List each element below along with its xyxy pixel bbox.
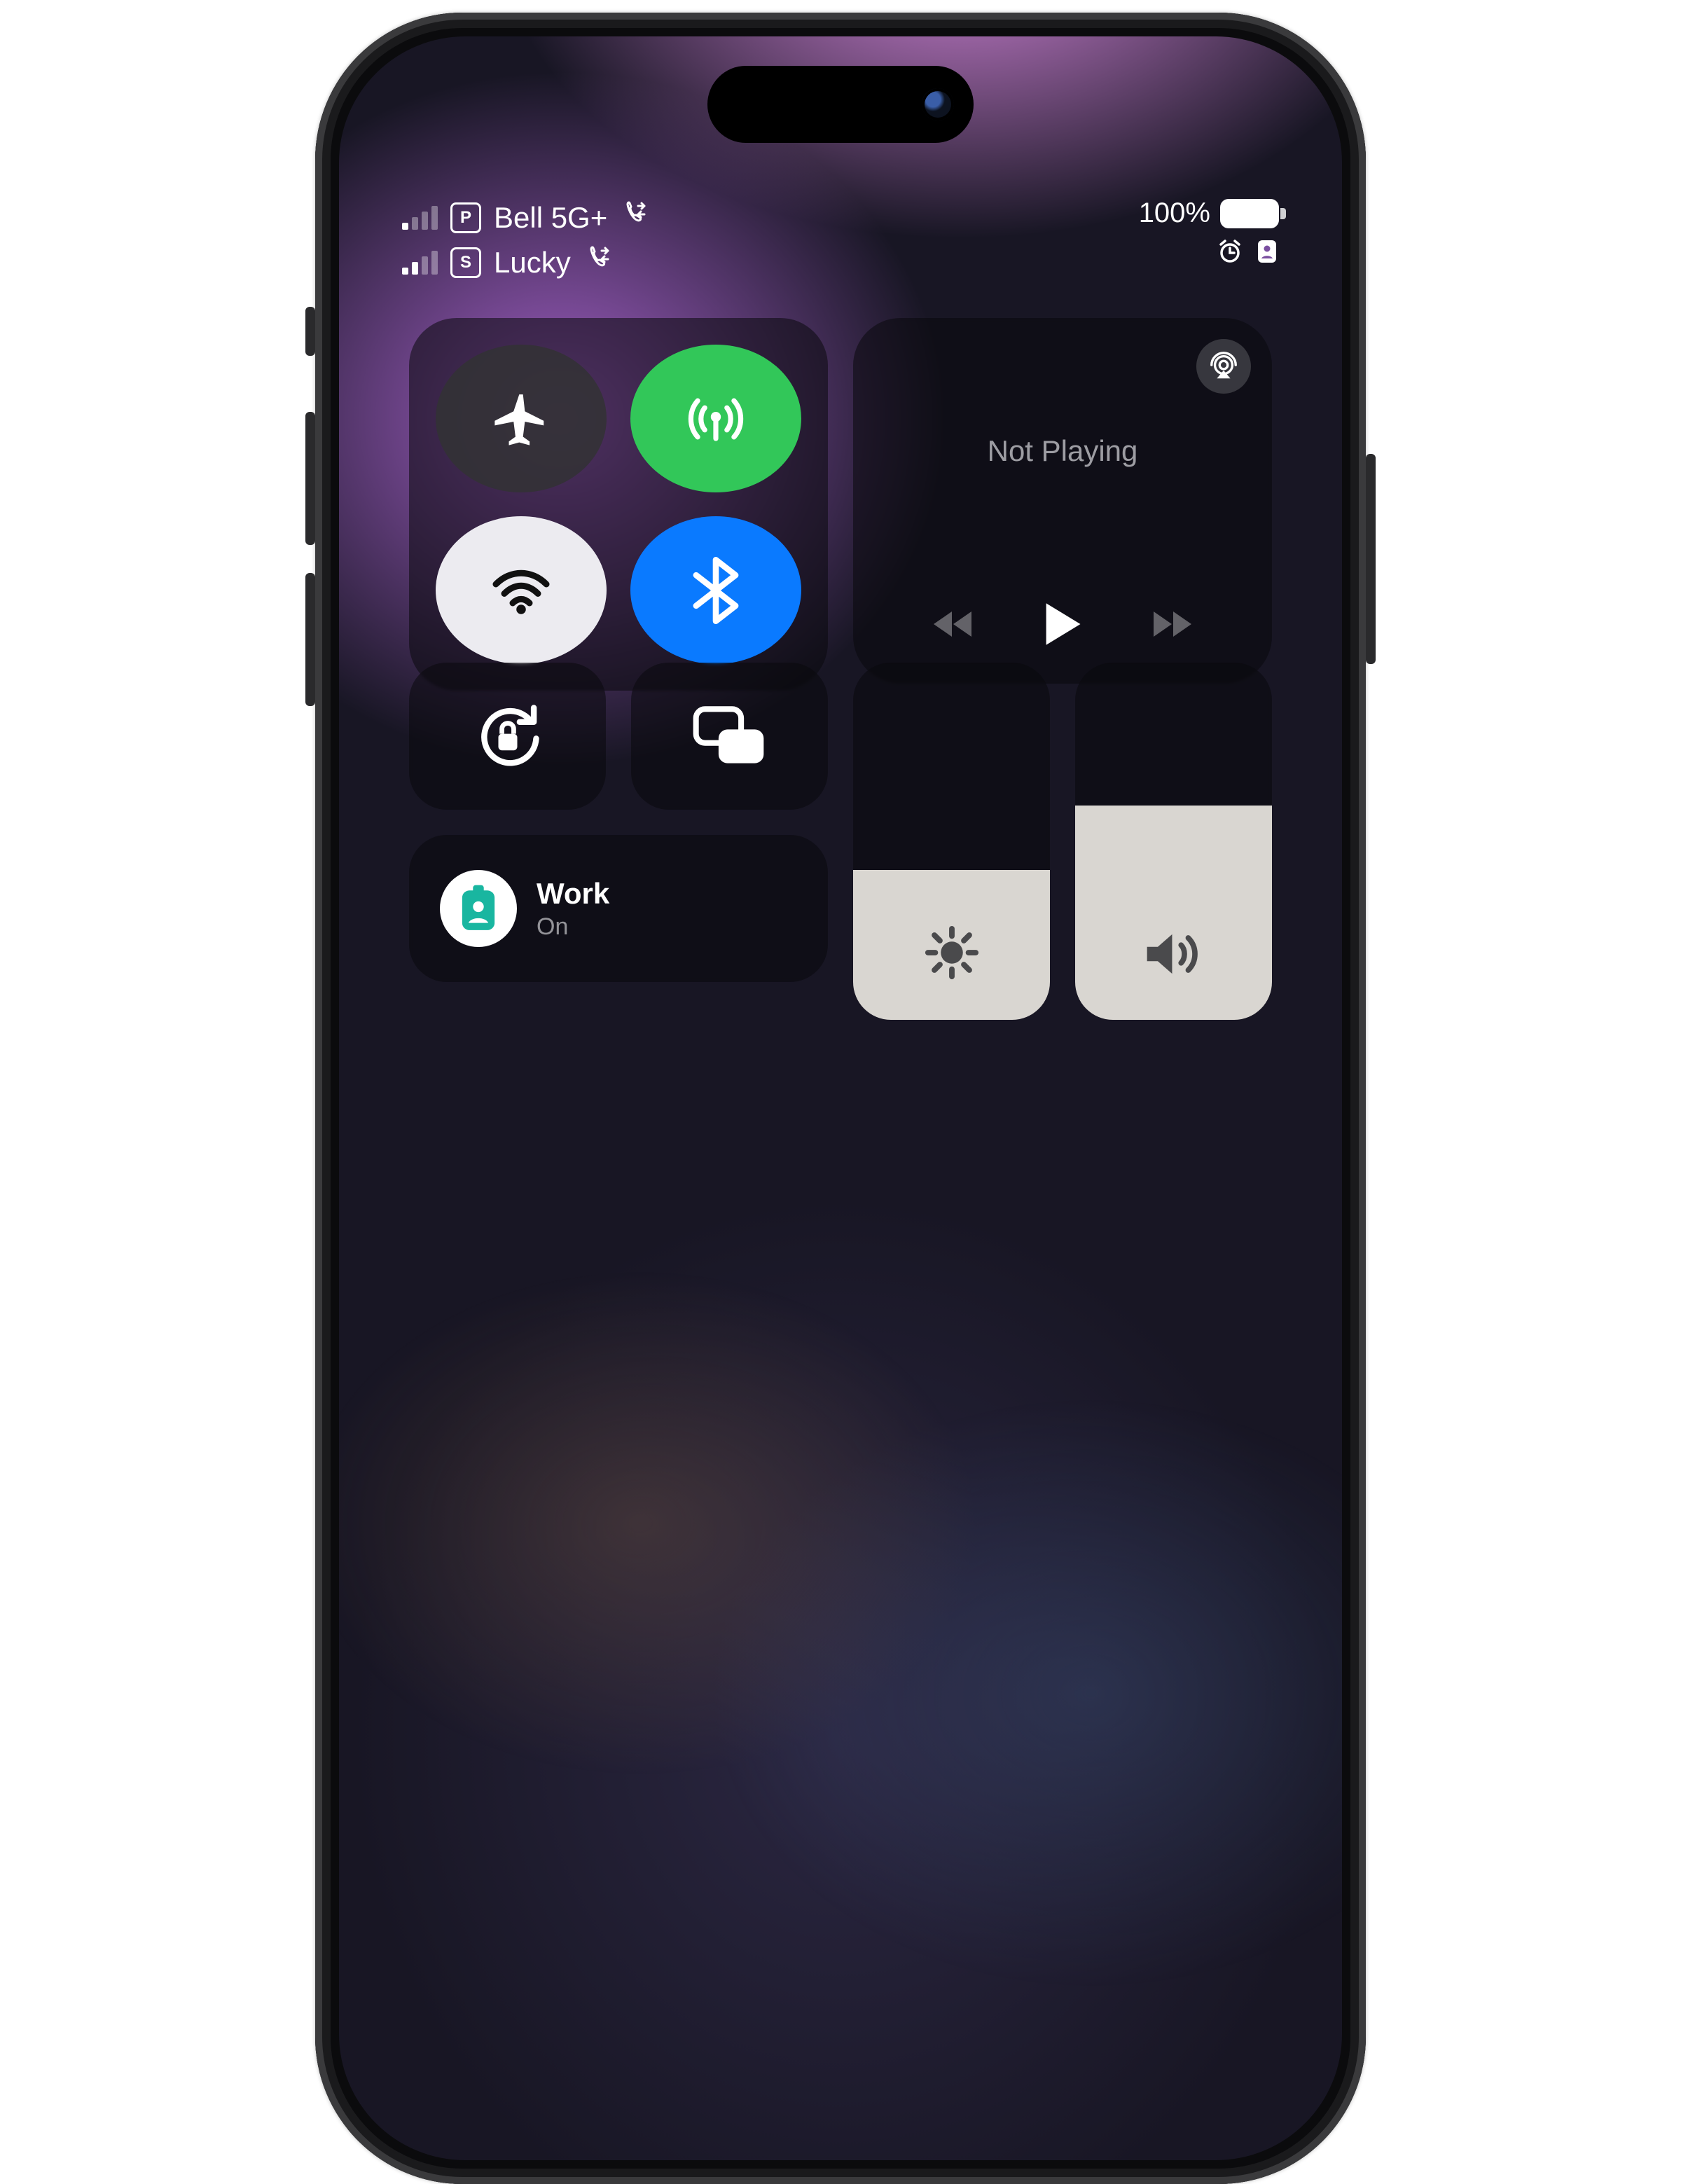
speaker-icon [1142, 926, 1206, 982]
alarm-icon [1216, 237, 1244, 265]
sim1-carrier-label: Bell 5G+ [494, 201, 607, 235]
side-button [1366, 454, 1376, 664]
airplane-icon [491, 389, 551, 449]
focus-badge [440, 870, 517, 947]
airplane-mode-toggle[interactable] [436, 345, 607, 492]
wifi-toggle[interactable] [436, 516, 607, 664]
brightness-slider[interactable] [853, 663, 1050, 1020]
screen: P Bell 5G+ S Lucky 100% [339, 36, 1342, 2160]
now-playing-label: Not Playing [881, 434, 1244, 468]
antenna-icon [684, 387, 748, 451]
status-bar: P Bell 5G+ S Lucky 100% [402, 198, 1279, 283]
dynamic-island [707, 66, 974, 143]
sim2-badge: S [450, 247, 481, 278]
screen-mirroring-icon [689, 701, 770, 771]
focus-module[interactable]: Work On [409, 835, 828, 982]
bluetooth-toggle[interactable] [630, 516, 801, 664]
airplay-button[interactable] [1196, 339, 1251, 394]
signal-bars-sim1 [402, 206, 438, 230]
bluetooth-icon [688, 555, 744, 626]
control-center: Not Playing [409, 318, 1272, 982]
focus-name-label: Work [537, 877, 609, 911]
orientation-lock-toggle[interactable] [409, 663, 606, 810]
id-badge-icon [457, 883, 500, 934]
play-button[interactable] [1042, 600, 1084, 651]
volume-down-button [305, 573, 315, 706]
battery-percent-label: 100% [1139, 198, 1210, 229]
battery-indicator: 100% [1139, 198, 1279, 229]
connectivity-module[interactable] [409, 318, 828, 691]
next-track-button[interactable] [1144, 604, 1194, 647]
signal-bars-sim2 [402, 251, 438, 275]
wifi-icon [487, 557, 555, 624]
orientation-lock-icon [470, 698, 546, 774]
airplay-icon [1208, 350, 1240, 382]
cellular-data-toggle[interactable] [630, 345, 801, 492]
call-forwarding-icon [620, 200, 648, 235]
volume-fill [1075, 806, 1272, 1020]
focus-status-icon [1255, 237, 1279, 265]
brightness-icon [922, 923, 981, 982]
sim2-carrier-label: Lucky [494, 246, 571, 279]
focus-state-label: On [537, 913, 609, 941]
screen-mirroring-button[interactable] [631, 663, 828, 810]
previous-track-button[interactable] [931, 604, 981, 647]
mute-switch [305, 307, 315, 356]
media-module[interactable]: Not Playing [853, 318, 1272, 684]
phone-frame: P Bell 5G+ S Lucky 100% [315, 13, 1366, 2184]
call-forwarding-icon [583, 245, 611, 280]
sim1-badge: P [450, 202, 481, 233]
volume-up-button [305, 412, 315, 545]
front-camera [922, 88, 954, 120]
volume-slider[interactable] [1075, 663, 1272, 1020]
